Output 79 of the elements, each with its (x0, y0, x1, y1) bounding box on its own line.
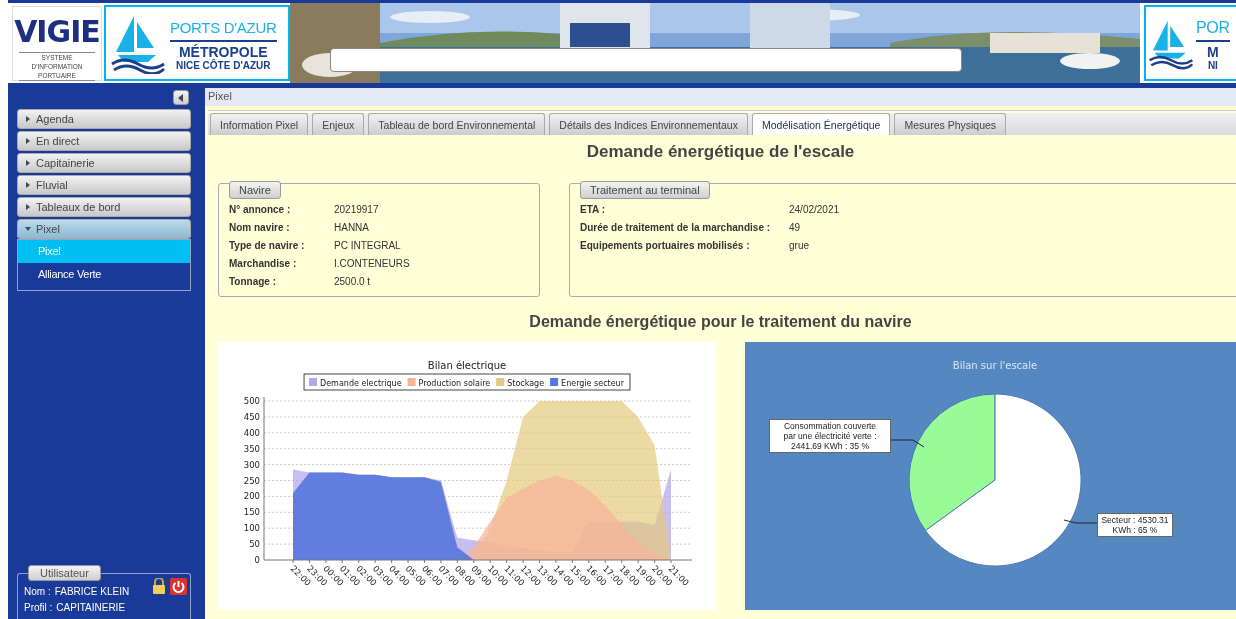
caret-right-icon (25, 204, 31, 210)
leader-line (890, 439, 925, 448)
field-value: grue (789, 240, 810, 251)
page-title: Demande énergétique de l'escale (585, 142, 856, 162)
power-button[interactable] (170, 578, 187, 595)
y-axis: 0 50 100 150 200 250 300 350 400 450 500 (243, 396, 265, 565)
breadcrumb: Pixel (205, 88, 1236, 106)
panel-legend: Navire (229, 181, 281, 199)
tab[interactable]: Modélisation Énergétique (751, 113, 891, 135)
field-value: HANNA (334, 222, 370, 233)
caret-left-icon (178, 93, 184, 102)
tab[interactable]: Enjeux (312, 113, 365, 135)
y-tick-label: 350 (243, 443, 260, 454)
caret-right-icon (25, 116, 31, 122)
legend-label: Demande electrique (320, 379, 402, 388)
menu-item[interactable]: Capitainerie (17, 153, 191, 173)
menu-item[interactable]: Fluvial (17, 175, 191, 195)
field-label: Marchandise : (229, 258, 298, 269)
field-label: Tonnage : (229, 276, 278, 287)
collapse-button[interactable] (173, 90, 189, 105)
field-value: CAPITAINERIE (56, 601, 126, 615)
field-value: 49 (789, 222, 802, 233)
tab[interactable]: Détails des Indices Environnementaux (549, 113, 748, 135)
field-label: Type de navire : (229, 240, 306, 251)
legend-label: Energie secteur (561, 379, 624, 388)
y-tick-label: 200 (243, 491, 260, 502)
logo-subtitle: NICE CÔTE D'AZUR (175, 59, 271, 71)
caret-down-icon (25, 226, 31, 232)
chart-title: Bilan sur l'escale (952, 360, 1038, 371)
caret-right-icon (25, 138, 31, 144)
tab[interactable]: Information Pixel (210, 113, 309, 135)
tab[interactable]: Mesures Physiques (894, 113, 1007, 135)
menu-item[interactable]: En direct (17, 131, 191, 151)
caret-right-icon (25, 182, 31, 188)
search-field[interactable] (330, 48, 962, 72)
field-value: I.CONTENEURS (334, 258, 411, 269)
field-label: Durée de traitement de la marchandise : (580, 222, 772, 233)
menu-item[interactable]: Agenda (17, 109, 191, 129)
menu-item[interactable]: Pixel (17, 219, 191, 239)
y-tick-label: 250 (243, 475, 260, 486)
slice-label: Consommation couverte par une électricité verte : 2441.69 KWh : 35 % (769, 419, 891, 453)
field-value: 2500.0 t (334, 276, 372, 287)
slice-label: Secteur : 4530.31 KWh : 65 % (1097, 513, 1173, 537)
field-label: N° annonce : (229, 204, 292, 215)
chart-title: Bilan électrique (427, 360, 507, 371)
y-tick-label: 50 (249, 539, 260, 550)
menu-item[interactable]: Tableaux de bord (17, 197, 191, 217)
logo-title: VIGIE (14, 15, 100, 49)
y-tick-label: 100 (243, 523, 260, 534)
y-tick-label: 150 (243, 507, 260, 518)
caret-right-icon (25, 160, 31, 166)
logo-subtitle: M (1207, 43, 1219, 60)
leader-line (1063, 519, 1098, 524)
panel-legend: Utilisateur (28, 565, 101, 581)
y-tick-label: 0 (254, 555, 260, 565)
section-title: Demande énergétique pour le traitement du navire (528, 313, 913, 331)
logo-subtitle: MÉTROPOLE (178, 43, 268, 60)
panel-legend: Traitement au terminal (580, 181, 710, 199)
field-label: Nom : (24, 585, 51, 599)
field-label: Profil : (24, 601, 53, 615)
field-label: Nom navire : (229, 222, 291, 233)
submenu-item[interactable]: Alliance Verte (18, 263, 190, 286)
field-value: FABRICE KLEIN (54, 585, 130, 599)
field-value: 20219917 (334, 204, 380, 215)
logo-subtitle: NI (1207, 59, 1218, 71)
field-label: Equipements portuaires mobilisés : (580, 240, 751, 251)
logo-title: PORTS D'AZUR (170, 15, 277, 42)
y-tick-label: 300 (243, 459, 260, 470)
field-value: PC INTEGRAL (334, 240, 402, 251)
tab[interactable]: Tableau de bord Environnemental (368, 113, 546, 135)
y-tick-label: 450 (243, 411, 260, 422)
field-value: 24/02/2021 (789, 204, 841, 215)
legend-label: Stockage (507, 379, 545, 388)
legend-label: Production solaire (418, 379, 491, 388)
logo-title: POR (1196, 15, 1230, 42)
lock-icon (152, 578, 166, 594)
field-label: ETA : (580, 204, 606, 215)
y-tick-label: 400 (243, 427, 260, 438)
y-tick-label: 500 (243, 396, 260, 406)
